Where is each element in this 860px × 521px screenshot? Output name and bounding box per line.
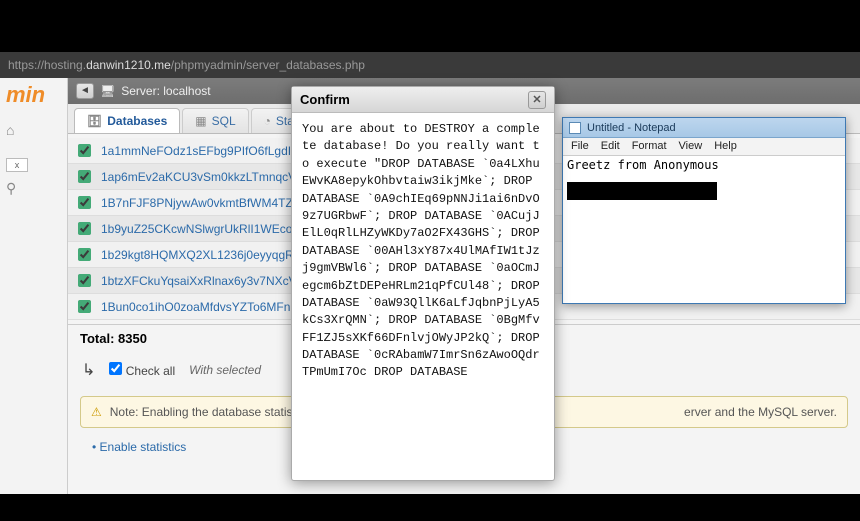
menu-format[interactable]: Format: [632, 140, 667, 153]
db-name-link[interactable]: 1Bun0co1ihO0zoaMfdvsYZTo6MFnb: [101, 300, 297, 314]
url-sub: hosting.: [44, 58, 86, 72]
check-all-label[interactable]: Check all: [109, 362, 175, 378]
dialog-close-button[interactable]: ✕: [528, 91, 546, 109]
db-name-link[interactable]: 1a1mmNeFOdz1sEFbg9PIfO6fLgdItt: [101, 144, 298, 158]
notepad-icon: [569, 122, 581, 134]
db-checkbox[interactable]: [78, 196, 91, 209]
db-name-link[interactable]: 1B7nFJF8PNjywAw0vkmtBfWM4TZ: [101, 196, 293, 210]
notepad-title-text: Untitled - Notepad: [587, 122, 676, 134]
notepad-window[interactable]: Untitled - Notepad File Edit Format View…: [562, 117, 846, 304]
browser-chrome-bottom: [0, 494, 860, 521]
menu-edit[interactable]: Edit: [601, 140, 620, 153]
db-name-link[interactable]: 1b29kgt8HQMXQ2XL1236j0eyyqgRj: [101, 248, 296, 262]
phpmyadmin-logo: min: [6, 82, 61, 108]
warning-icon: ⚠: [91, 405, 102, 419]
link-icon[interactable]: ⚲: [6, 180, 61, 197]
notepad-titlebar[interactable]: Untitled - Notepad: [563, 118, 845, 138]
notepad-content: Greetz from Anonymous: [567, 158, 719, 172]
browser-chrome-top: [0, 0, 860, 52]
server-label: Server: localhost: [121, 84, 210, 98]
notepad-text-area[interactable]: Greetz from Anonymous: [563, 156, 845, 303]
notepad-menubar: File Edit Format View Help: [563, 138, 845, 156]
db-checkbox[interactable]: [78, 222, 91, 235]
menu-help[interactable]: Help: [714, 140, 737, 153]
db-name-link[interactable]: 1btzXFCkuYqsaiXxRlnax6y3v7NXcV: [101, 274, 297, 288]
menu-file[interactable]: File: [571, 140, 589, 153]
db-checkbox[interactable]: [78, 144, 91, 157]
db-checkbox[interactable]: [78, 170, 91, 183]
tab-databases[interactable]: 🗄 Databases: [74, 108, 180, 133]
tab-label: SQL: [212, 114, 236, 128]
dialog-titlebar[interactable]: Confirm ✕: [292, 87, 554, 113]
server-icon: 🖥: [100, 84, 115, 98]
db-checkbox[interactable]: [78, 274, 91, 287]
db-checkbox[interactable]: [78, 248, 91, 261]
db-name-link[interactable]: 1ap6mEv2aKCU3vSm0kkzLTmnqcV: [101, 170, 296, 184]
url-host: danwin1210.me: [86, 58, 171, 72]
tab-label: Databases: [107, 114, 167, 128]
tab-sql[interactable]: ▦ SQL: [182, 108, 248, 133]
dialog-body: You are about to DESTROY a complete data…: [292, 113, 554, 480]
note-trail: erver and the MySQL server.: [684, 405, 837, 419]
db-name-link[interactable]: 1b9yuZ25CKcwNSlwgrUkRlI1WEcol: [101, 222, 295, 236]
redacted-block: [567, 182, 717, 200]
nav-back-button[interactable]: ◄: [76, 83, 94, 99]
with-selected-label: With selected: [189, 363, 261, 377]
confirm-dialog: Confirm ✕ You are about to DESTROY a com…: [291, 86, 555, 481]
select-arrow-icon: ↳: [82, 360, 95, 380]
address-bar[interactable]: https://hosting.danwin1210.me/phpmyadmin…: [0, 52, 860, 78]
home-icon[interactable]: ⌂: [6, 122, 14, 138]
db-checkbox[interactable]: [78, 300, 91, 313]
check-all-checkbox[interactable]: [109, 362, 122, 375]
dialog-title-text: Confirm: [300, 92, 350, 107]
close-tree-button[interactable]: x: [6, 158, 28, 172]
menu-view[interactable]: View: [679, 140, 703, 153]
url-path: /phpmyadmin/server_databases.php: [171, 58, 365, 72]
note-text: Note: Enabling the database statistic: [110, 405, 305, 419]
pma-sidebar: min ⌂ x ⚲: [0, 78, 67, 494]
url-scheme: https://: [8, 58, 44, 72]
database-icon: 🗄: [87, 114, 102, 128]
status-icon: ◔: [264, 114, 271, 128]
sql-icon: ▦: [195, 114, 206, 128]
